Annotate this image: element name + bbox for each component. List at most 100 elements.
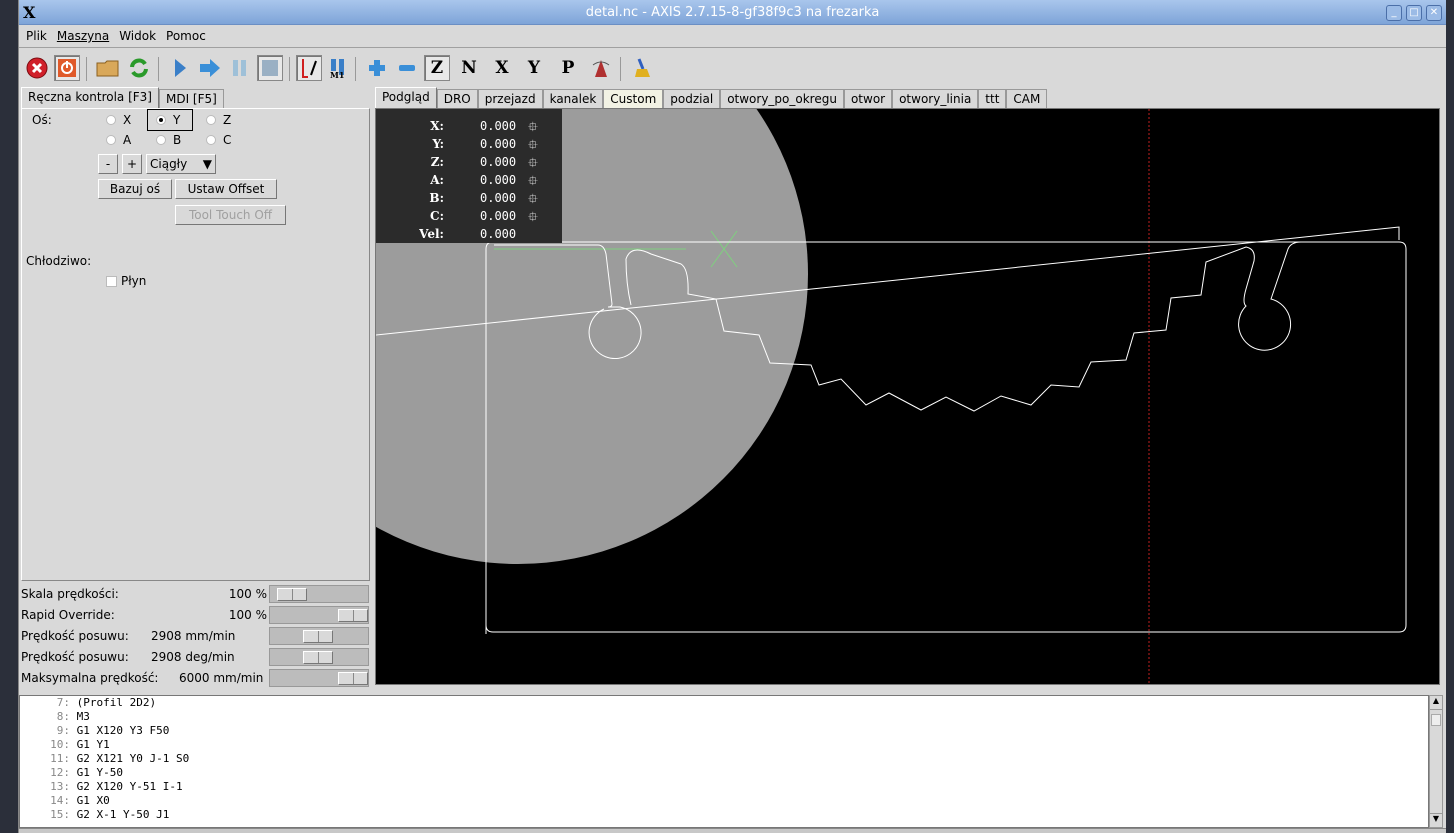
- tab-manual-control[interactable]: Ręczna kontrola [F3]: [21, 87, 159, 108]
- gcode-line[interactable]: 12: G1 Y-50: [20, 766, 1428, 780]
- gcode-line[interactable]: 15: G2 X-1 Y-50 J1: [20, 808, 1428, 822]
- dro-value: 0.000: [480, 173, 517, 187]
- coolant-label: Chłodziwo:: [26, 254, 92, 268]
- override-slider[interactable]: [269, 585, 369, 603]
- line-text: G2 X120 Y-51 I-1: [76, 780, 183, 793]
- block-delete-icon[interactable]: [296, 55, 322, 81]
- dro-axis: A:: [430, 173, 444, 187]
- gcode-line[interactable]: 14: G1 X0: [20, 794, 1428, 808]
- minimize-button[interactable]: _: [1386, 5, 1402, 21]
- jog-plus-button[interactable]: +: [122, 154, 142, 174]
- slider-knob[interactable]: [302, 630, 333, 643]
- view-x-icon[interactable]: X: [489, 55, 515, 81]
- slider-label: Prędkość posuwu:: [21, 629, 129, 643]
- tab-podzial[interactable]: podzial: [663, 89, 721, 108]
- slider-knob[interactable]: [276, 588, 307, 601]
- radio-axis-c[interactable]: C: [206, 133, 231, 147]
- slider-label: Rapid Override:: [21, 608, 115, 622]
- dro-value: 0.000: [480, 155, 517, 169]
- override-slider[interactable]: [269, 606, 369, 624]
- view-p-icon[interactable]: P: [555, 55, 581, 81]
- menu-pomoc[interactable]: Pomoc: [161, 26, 211, 43]
- manual-control-panel: Oś: X Y Z A B C - + Ciągły ▼ Bazuj oś Ust…: [21, 108, 370, 581]
- slider-knob[interactable]: [302, 651, 333, 664]
- jog-minus-button[interactable]: -: [98, 154, 118, 174]
- gcode-line[interactable]: 11: G2 X121 Y0 J-1 S0: [20, 752, 1428, 766]
- pause-icon[interactable]: [227, 55, 253, 81]
- dro-row: Z: 0.000 ⯐: [376, 155, 562, 173]
- gcode-scrollbar[interactable]: ▲ ▼: [1429, 695, 1443, 828]
- rotate-icon[interactable]: [588, 55, 614, 81]
- zoom-in-icon[interactable]: [364, 55, 390, 81]
- tab-ttt[interactable]: ttt: [978, 89, 1007, 108]
- line-number: 15:: [50, 808, 70, 821]
- preview-canvas[interactable]: X: 0.000 ⯐ Y: 0.000 ⯐ Z: 0.000 ⯐ A: 0.000 ⯐ B: 0.000 ⯐…: [375, 108, 1440, 685]
- close-button[interactable]: ✕: [1426, 5, 1442, 21]
- gcode-line[interactable]: 13: G2 X120 Y-51 I-1: [20, 780, 1428, 794]
- title-bar[interactable]: X detal.nc - AXIS 2.7.15-8-gf38f9c3 na f…: [19, 0, 1446, 25]
- radio-axis-x[interactable]: X: [106, 113, 131, 127]
- view-z-icon[interactable]: Z: [424, 55, 450, 81]
- override-slider[interactable]: [269, 648, 369, 666]
- stop-icon[interactable]: [257, 55, 283, 81]
- dro-axis: X:: [430, 119, 444, 133]
- jog-mode-select[interactable]: Ciągły ▼: [146, 154, 216, 174]
- dro-row: Y: 0.000 ⯐: [376, 137, 562, 155]
- run-icon[interactable]: [167, 55, 193, 81]
- tab-otwor[interactable]: otwor: [843, 89, 893, 108]
- line-text: G2 X-1 Y-50 J1: [76, 808, 170, 821]
- dro-row: B: 0.000 ⯐: [376, 191, 562, 209]
- radio-axis-y[interactable]: Y: [147, 109, 194, 131]
- reload-icon[interactable]: [126, 55, 152, 81]
- slider-label: Skala prędkości:: [21, 587, 119, 601]
- tab-otwory-linia[interactable]: otwory_linia: [892, 89, 979, 108]
- radio-axis-a[interactable]: A: [106, 133, 131, 147]
- radio-axis-b[interactable]: B: [156, 133, 181, 147]
- tool-touch-off-button[interactable]: Tool Touch Off: [175, 205, 286, 225]
- tab-mdi[interactable]: MDI [F5]: [158, 89, 224, 108]
- gcode-line[interactable]: 9: G1 X120 Y3 F50: [20, 724, 1428, 738]
- override-slider[interactable]: [269, 669, 369, 687]
- slider-knob[interactable]: [338, 609, 368, 622]
- dro-axis: Z:: [430, 155, 444, 169]
- svg-text:M1: M1: [330, 70, 344, 79]
- view-z2-icon[interactable]: N: [456, 55, 482, 81]
- tab-cam[interactable]: CAM: [1006, 89, 1048, 108]
- tab-przejazd[interactable]: przejazd: [477, 89, 543, 108]
- home-axis-button[interactable]: Bazuj oś: [98, 179, 172, 199]
- gcode-listing[interactable]: 7: (Profil 2D2) 8: M3 9: G1 X120 Y3 F50 10:…: [19, 695, 1429, 828]
- tab-custom[interactable]: Custom: [603, 89, 664, 108]
- power-icon[interactable]: [54, 55, 80, 81]
- override-slider[interactable]: [269, 627, 369, 645]
- tab-podgl-d[interactable]: Podgląd: [375, 87, 437, 108]
- radio-axis-z[interactable]: Z: [206, 113, 231, 127]
- step-icon[interactable]: [197, 55, 223, 81]
- menu-plik[interactable]: Plik: [19, 26, 52, 43]
- clear-plot-icon[interactable]: [629, 55, 655, 81]
- tab-dro[interactable]: DRO: [436, 89, 478, 108]
- line-number: 12:: [50, 766, 70, 779]
- line-text: G1 Y-50: [76, 766, 123, 779]
- dro-axis: Y:: [432, 137, 444, 151]
- menu-maszyna[interactable]: Maszyna: [52, 26, 114, 43]
- flood-checkbox[interactable]: Płyn: [106, 274, 146, 288]
- gcode-line[interactable]: 8: M3: [20, 710, 1428, 724]
- optional-stop-icon[interactable]: M1: [325, 55, 351, 81]
- slider-value: 100 %: [228, 608, 267, 622]
- line-text: G1 Y1: [76, 738, 110, 751]
- menu-widok[interactable]: Widok: [114, 26, 161, 43]
- tab-kanalek[interactable]: kanalek: [542, 89, 604, 108]
- view-y-icon[interactable]: Y: [521, 55, 547, 81]
- open-folder-icon[interactable]: [95, 55, 121, 81]
- set-offset-button[interactable]: Ustaw Offset: [175, 179, 277, 199]
- dro-axis: Vel:: [419, 227, 444, 241]
- line-text: G1 X0: [76, 794, 110, 807]
- estop-icon[interactable]: [24, 55, 50, 81]
- gcode-line[interactable]: 7: (Profil 2D2): [20, 696, 1428, 710]
- gcode-line[interactable]: 10: G1 Y1: [20, 738, 1428, 752]
- maximize-button[interactable]: □: [1406, 5, 1422, 21]
- tab-otwory-po-okregu[interactable]: otwory_po_okregu: [720, 89, 844, 108]
- zoom-out-icon[interactable]: [394, 55, 420, 81]
- slider-knob[interactable]: [338, 672, 368, 685]
- slider-value: 6000 mm/min: [179, 671, 264, 685]
